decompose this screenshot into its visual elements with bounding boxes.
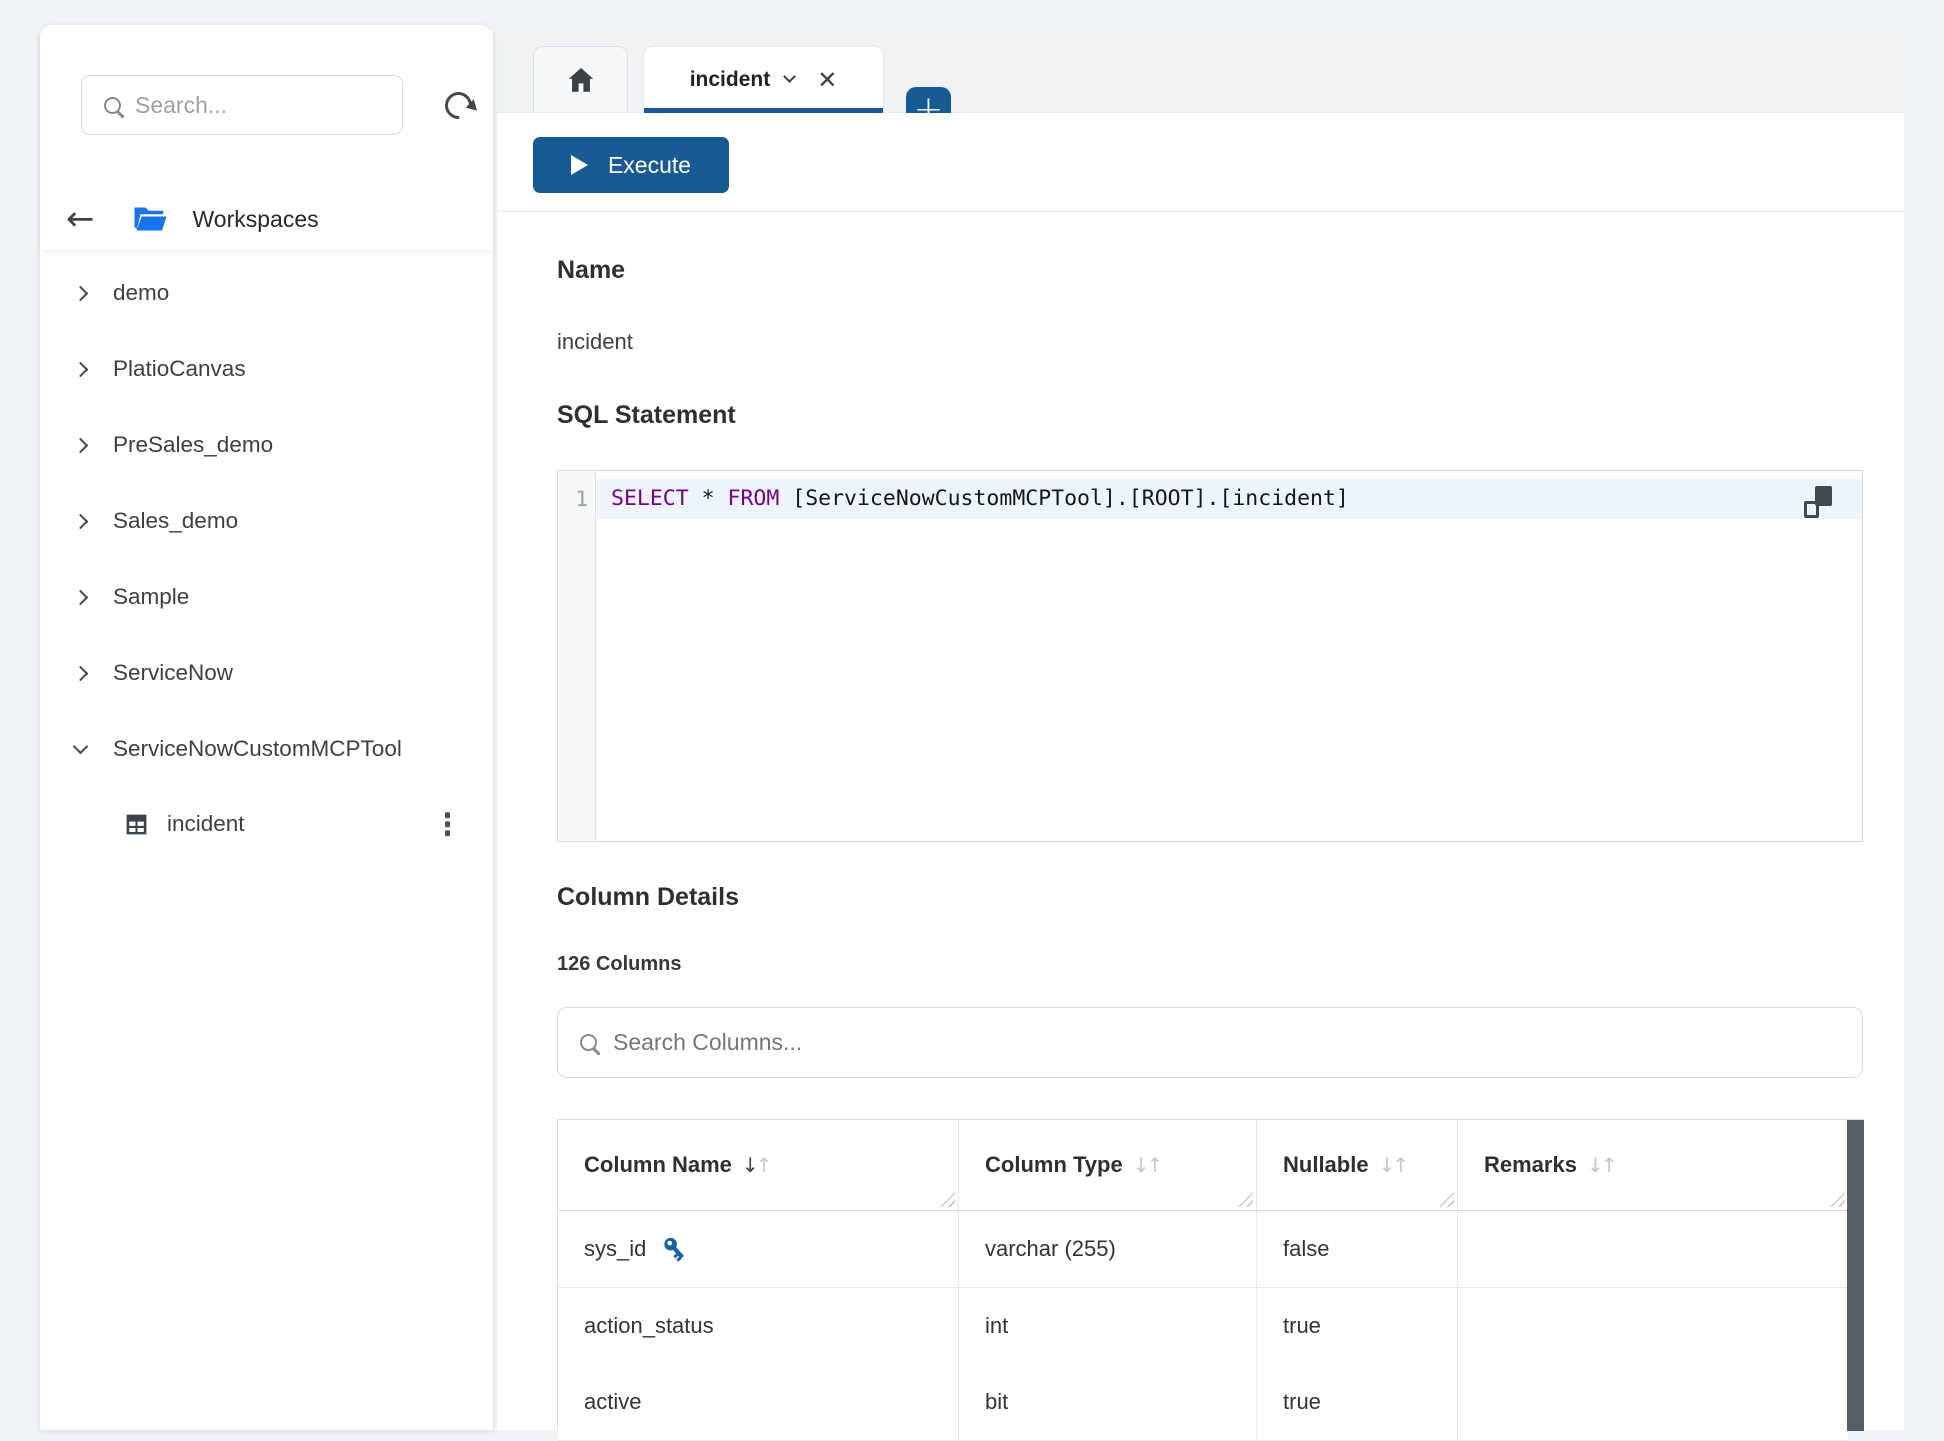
tab-incident[interactable]: incident ✕ [643,46,884,112]
cell-column-type: int [959,1288,1257,1364]
cell-nullable: true [1257,1288,1458,1364]
sql-heading: SQL Statement [557,401,736,430]
sort-icon[interactable]: ↓↑ [1133,1153,1161,1177]
resize-handle[interactable] [1439,1192,1454,1207]
line-number: 1 [575,480,588,518]
header-column-type[interactable]: Column Type ↓↑ [959,1120,1257,1210]
sort-icon[interactable]: ↓↑ [1587,1153,1615,1177]
chevron-right-icon [73,513,89,529]
table-icon [124,812,149,837]
main-area: incident ✕ + Execute Name incident SQL S… [497,0,1904,1430]
column-details-heading: Column Details [557,883,739,912]
sidebar-item-sales-demo[interactable]: Sales_demo [40,483,493,559]
copy-button[interactable] [1804,486,1834,518]
sidebar-item-demo[interactable]: demo [40,255,493,331]
cell-column-name: active [558,1364,959,1440]
workspace-label: ServiceNowCustomMCPTool [113,736,402,762]
cell-column-type: varchar (255) [959,1211,1257,1287]
sql-editor[interactable]: 1 SELECT * FROM [ServiceNowCustomMCPTool… [557,470,1863,842]
search-icon [104,97,121,114]
cell-remarks [1458,1211,1848,1287]
refresh-icon [439,86,477,124]
sidebar-item-platiocanvas[interactable]: PlatioCanvas [40,331,493,407]
columns-count: 126 Columns [557,953,681,976]
tab-home[interactable] [533,46,628,112]
editor-gutter: 1 [558,471,596,841]
table-row[interactable]: action_status int true [558,1288,1848,1365]
header-nullable[interactable]: Nullable ↓↑ [1257,1120,1458,1210]
resize-handle[interactable] [1830,1192,1845,1207]
sql-table-ref: [ServiceNowCustomMCPTool].[ROOT].[incide… [792,486,1349,511]
refresh-button[interactable] [438,85,478,125]
chevron-right-icon [73,665,89,681]
sql-keyword: SELECT [611,486,689,511]
sql-star: * [702,486,715,511]
cell-column-type: bit [959,1364,1257,1440]
tab-label: incident [690,68,771,92]
search-icon [580,1034,597,1051]
table-label: incident [167,811,245,837]
sql-keyword: FROM [728,486,780,511]
workspace-label: PreSales_demo [113,432,273,458]
cell-nullable: true [1257,1364,1458,1440]
toolbar: Execute [497,113,1904,212]
sidebar-search[interactable] [81,75,403,135]
table-header-row: Column Name ↓↑ Column Type ↓↑ Nullable ↓… [558,1120,1848,1211]
header-remarks[interactable]: Remarks ↓↑ [1458,1120,1848,1210]
close-icon[interactable]: ✕ [817,68,837,92]
kebab-menu-icon[interactable] [441,808,455,840]
resize-handle[interactable] [1238,1192,1253,1207]
chevron-right-icon [73,437,89,453]
chevron-right-icon [73,589,89,605]
tab-bar: incident ✕ + [497,28,1904,113]
detail-panel: Execute Name incident SQL Statement 1 SE… [497,113,1904,1430]
sidebar-item-sample[interactable]: Sample [40,559,493,635]
cell-column-name: sys_id [558,1211,959,1287]
sidebar-item-presales-demo[interactable]: PreSales_demo [40,407,493,483]
workspace-tree: demo PlatioCanvas PreSales_demo Sales_de… [40,250,493,1430]
header-column-name[interactable]: Column Name ↓↑ [558,1120,959,1210]
column-search[interactable] [557,1007,1863,1078]
sort-icon[interactable]: ↓↑ [1379,1153,1407,1177]
play-icon [571,155,588,175]
cell-remarks [1458,1364,1848,1440]
workspace-label: Sample [113,584,189,610]
table-scrollbar[interactable] [1847,1120,1864,1431]
chevron-down-icon[interactable] [783,70,796,83]
folder-icon [133,205,167,233]
sidebar-item-servicenow[interactable]: ServiceNow [40,635,493,711]
sql-code-line[interactable]: SELECT * FROM [ServiceNowCustomMCPTool].… [611,479,1349,519]
chevron-right-icon [73,361,89,377]
name-heading: Name [557,256,625,285]
workspace-label: ServiceNow [113,660,233,686]
cell-nullable: false [1257,1211,1458,1287]
columns-table: Column Name ↓↑ Column Type ↓↑ Nullable ↓… [557,1119,1864,1430]
cell-remarks [1458,1288,1848,1364]
home-icon [565,64,597,96]
execute-button[interactable]: Execute [533,137,729,193]
workspace-label: demo [113,280,169,306]
table-row[interactable]: sys_id varchar (255) false [558,1211,1848,1288]
workspaces-header: ← Workspaces [40,193,493,245]
name-value: incident [557,329,633,355]
chevron-right-icon [73,285,89,301]
sidebar: ← Workspaces demo PlatioCanvas PreSales_… [40,25,493,1430]
primary-key-icon [661,1235,689,1263]
resize-handle[interactable] [940,1192,955,1207]
column-search-input[interactable] [613,1029,1850,1056]
execute-label: Execute [608,152,691,179]
table-row[interactable]: active bit true [558,1364,1848,1441]
workspace-label: PlatioCanvas [113,356,246,382]
sort-icon[interactable]: ↓↑ [742,1153,770,1177]
back-arrow-icon[interactable]: ← [66,202,95,236]
chevron-down-icon [73,739,89,755]
sidebar-header: ← Workspaces [40,25,493,250]
sidebar-item-incident-table[interactable]: incident [40,786,493,862]
workspaces-label: Workspaces [193,206,319,233]
cell-column-name: action_status [558,1288,959,1364]
workspace-label: Sales_demo [113,508,238,534]
sidebar-item-servicenowcustommcptool[interactable]: ServiceNowCustomMCPTool [40,711,493,787]
search-input[interactable] [135,92,392,119]
